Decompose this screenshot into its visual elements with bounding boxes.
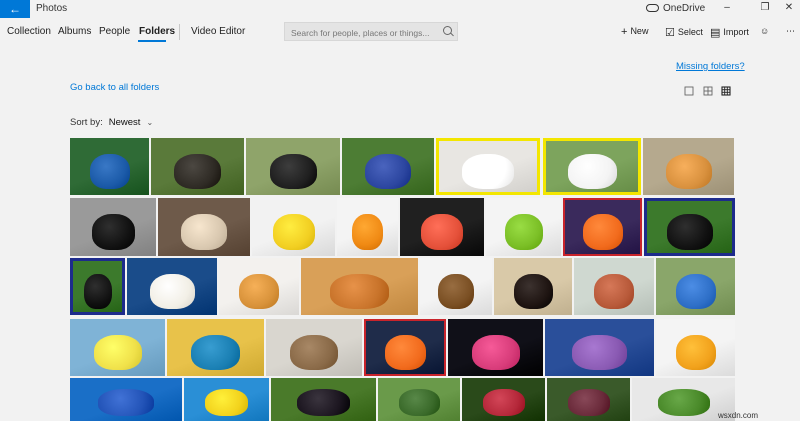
photo-tile-german-shepherd[interactable] (420, 258, 492, 315)
photo-subject (658, 389, 710, 416)
photo-tile-white-persian-cat[interactable] (436, 138, 540, 195)
photo-subject (676, 274, 716, 309)
photo-subject (94, 335, 142, 370)
photo-subject (297, 389, 350, 416)
photo-tile-swamphen[interactable] (342, 138, 434, 195)
photo-tile-flying-bird[interactable] (574, 258, 654, 315)
photo-tile-plant[interactable] (378, 378, 460, 421)
photo-subject (239, 274, 279, 309)
photo-tile-clownfish-2[interactable] (364, 319, 446, 376)
photo-subject (205, 389, 248, 416)
photo-subject (92, 214, 135, 250)
photo-tile-pomeranians[interactable] (219, 258, 299, 315)
photo-tile-clownfish[interactable] (563, 198, 642, 256)
photo-subject (330, 274, 389, 309)
photo-tile-grapefruit[interactable] (400, 198, 484, 256)
photo-tile-limes[interactable] (486, 198, 561, 256)
photo-subject (676, 335, 716, 370)
photo-subject (150, 274, 195, 309)
watermark: wsxdn.com (718, 411, 759, 420)
photo-subject (568, 389, 610, 416)
photo-tile-ostrich[interactable] (246, 138, 340, 195)
photo-tile-black-cat[interactable] (70, 198, 156, 256)
photo-grid (0, 0, 800, 421)
photo-subject (514, 274, 553, 309)
photo-subject (84, 274, 112, 309)
photo-subject (583, 214, 623, 250)
photo-tile-blue-tang[interactable] (70, 378, 182, 421)
photo-tile-white-cat[interactable] (543, 138, 641, 195)
photo-tile-siamese-cat[interactable] (158, 198, 250, 256)
photo-tile-emu[interactable] (151, 138, 244, 195)
photo-subject (181, 214, 227, 250)
photo-tile-black-dog-small[interactable] (70, 258, 125, 315)
photo-subject (594, 274, 634, 309)
photo-subject (270, 154, 317, 189)
photo-subject (385, 335, 426, 370)
photo-tile-angelfish[interactable] (656, 319, 735, 376)
photo-tile-owl[interactable] (266, 319, 362, 376)
photo-subject (174, 154, 221, 189)
photo-tile-purple-fish[interactable] (545, 319, 654, 376)
photo-tile-lemons[interactable] (252, 198, 335, 256)
photo-tile-puppies[interactable] (127, 258, 217, 315)
photo-subject (290, 335, 338, 370)
photo-tile-peacock[interactable] (70, 138, 149, 195)
photo-tile-bluebird[interactable] (656, 258, 735, 315)
photo-subject (399, 389, 440, 416)
photo-tile-kingfisher[interactable] (167, 319, 264, 376)
photo-subject (505, 214, 543, 250)
photo-tile-raspberries[interactable] (462, 378, 545, 421)
photo-subject (472, 335, 520, 370)
photo-subject (572, 335, 627, 370)
photo-subject (462, 154, 514, 189)
photo-subject (98, 389, 154, 416)
photo-subject (421, 214, 463, 250)
photo-subject (352, 214, 383, 250)
photo-subject (191, 335, 240, 370)
photo-subject (568, 154, 617, 189)
photo-tile-doberman[interactable] (494, 258, 572, 315)
photo-subject (438, 274, 474, 309)
photo-tile-budgies[interactable] (70, 319, 165, 376)
photo-tile-blackberries[interactable] (271, 378, 376, 421)
photo-tile-shiba-inu[interactable] (301, 258, 418, 315)
photo-tile-tangerines[interactable] (337, 198, 398, 256)
photo-subject (483, 389, 525, 416)
photo-subject (273, 214, 315, 250)
photo-subject (667, 214, 713, 250)
photo-subject (90, 154, 130, 189)
photo-subject (365, 154, 411, 189)
photo-tile-orange-kitten[interactable] (643, 138, 734, 195)
photo-subject (666, 154, 712, 189)
photo-tile-lionfish[interactable] (448, 319, 543, 376)
photo-tile-black-dog[interactable] (644, 198, 735, 256)
photo-tile-yellow-blue-fish[interactable] (184, 378, 269, 421)
photo-tile-berries-green[interactable] (547, 378, 630, 421)
